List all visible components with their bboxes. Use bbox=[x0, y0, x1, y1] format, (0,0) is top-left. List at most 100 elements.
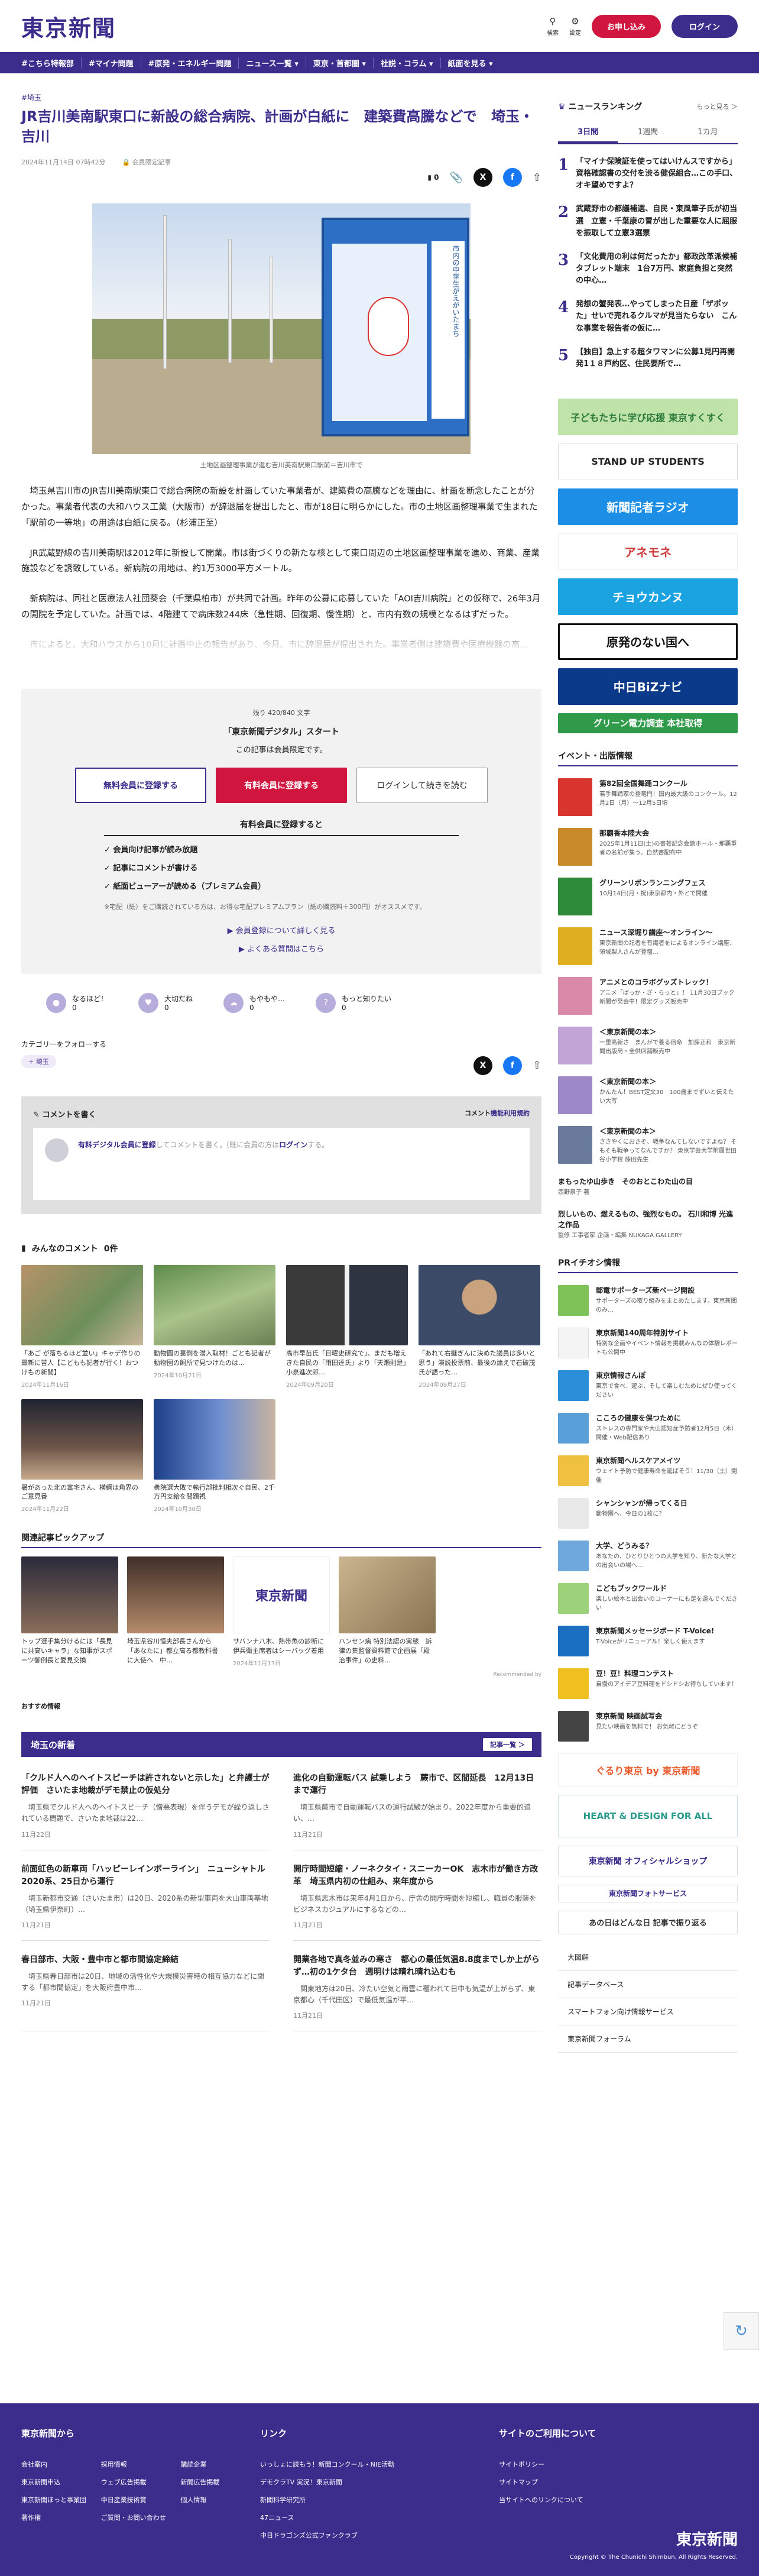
tab-1week[interactable]: 1週間 bbox=[618, 121, 677, 143]
footer-link[interactable]: 個人情報 bbox=[180, 2495, 260, 2504]
ranking-item[interactable]: 5 【独自】急上する超タワマンに公募1見円再開発1１８戸約区、住民要所で… bbox=[558, 347, 738, 370]
pickup-card[interactable]: トップ選手集分けるには「長見に共高いキャラ」な知事がスポーツ御例長と愛見交換 bbox=[21, 1556, 118, 1667]
news-item[interactable]: 開庁時間短縮・ノーネクタイ・スニーカーOK 志木市が働き方改革 埼玉県内初の仕組… bbox=[293, 1850, 541, 1941]
tab-1month[interactable]: 1カ月 bbox=[678, 121, 738, 143]
banner-sukusuku[interactable]: 子どもたちに学び応援 東京すくすく bbox=[558, 398, 738, 435]
footer-link[interactable]: デモクラTV 実況！東京新聞 bbox=[260, 2477, 499, 2487]
nav-item-editorial[interactable]: 社説・コラム ▾ bbox=[374, 57, 441, 69]
comment-card[interactable]: 衆院選大敗で執行部批判相次ぐ自民、2千万円支給を問題視 2024年10月30日 bbox=[154, 1399, 275, 1513]
article-category[interactable]: #埼玉 bbox=[21, 92, 541, 102]
banner-radio[interactable]: 新聞記者ラジオ bbox=[558, 488, 738, 525]
site-logo[interactable]: 東京新聞 bbox=[21, 10, 116, 43]
pr-item[interactable]: 東京情報さんぽ 東京で食べ、遊ぶ、そして楽しむためにぜひ使ってください bbox=[558, 1370, 738, 1401]
comment-card[interactable]: 動物園の裏側を潜入取材！ごとも記者が動物園の飼所で見つけたのは… 2024年10月… bbox=[154, 1264, 275, 1389]
event-item[interactable]: ＜東京新聞の本＞ 一里高新さ まんがで養る宿命 加藤正和 東京新聞出版局・全供店舗… bbox=[558, 1026, 738, 1064]
event-item[interactable]: 第82回全国舞踊コンクール 若手舞踊家の登竜門！国内最大級のコンクール。12月2日… bbox=[558, 778, 738, 816]
pickup-card[interactable]: 埼玉県谷川恒夫部長さんから「あなたに」都立高る都教科書に大使へ 中… bbox=[127, 1556, 224, 1667]
nav-item-news-list[interactable]: ニュース一覧 ▾ bbox=[239, 57, 306, 69]
event-item[interactable]: まもったゆ山歩き そのおとこわた山の目 西野泉子 著 bbox=[558, 1176, 738, 1197]
x-share-icon[interactable]: X bbox=[473, 1056, 492, 1075]
clip-icon[interactable]: 📎 bbox=[449, 171, 462, 184]
news-item[interactable]: 前面虹色の新車両「ハッピーレインボーライン」 ニューシャトル2020系、25日か… bbox=[21, 1850, 270, 1941]
pr-item[interactable]: シャンシャンが帰ってくる日 動物園へ、今日の1枚に？ bbox=[558, 1497, 738, 1529]
footer-link[interactable]: ウェブ広告掲載 bbox=[101, 2477, 181, 2487]
footer-link[interactable]: サイトポリシー bbox=[499, 2460, 738, 2469]
saitama-more-button[interactable]: 記事一覧 ＞ bbox=[483, 1738, 532, 1752]
facebook-share-icon[interactable]: f bbox=[502, 1056, 522, 1075]
pr-item[interactable]: 大学、どうみる？ あなたの、ひとりひとつの大学を知り、新たな大学との出会いの場へ… bbox=[558, 1540, 738, 1571]
banner-shop[interactable]: 東京新聞 オフィシャルショップ bbox=[558, 1845, 738, 1876]
faq-link[interactable]: ▶ よくある質問はこちら bbox=[43, 943, 520, 954]
tab-3days[interactable]: 3日間 bbox=[558, 121, 618, 143]
register-link[interactable]: 有料デジタル会員に登録 bbox=[78, 1141, 156, 1149]
event-item[interactable]: ＜東京新聞の本＞ かんたん！BEST定文30 100歳までずいと伝えたい大写 bbox=[558, 1076, 738, 1114]
banner-anemone[interactable]: アネモネ bbox=[558, 533, 738, 570]
footer-link[interactable]: サイトマップ bbox=[499, 2477, 738, 2487]
comment-login-link[interactable]: ログイン bbox=[279, 1141, 307, 1149]
pickup-card[interactable] bbox=[445, 1556, 541, 1667]
footer-link[interactable]: 47ニュース bbox=[260, 2513, 499, 2522]
reaction-moyamoya[interactable]: ☁ もやもや… 0 bbox=[223, 992, 285, 1013]
ranking-item[interactable]: 4 発想の蟹発表…やってしまった日産「ザポッた」せいで売れるクルマが見当たらない … bbox=[558, 299, 738, 334]
nav-item-myna[interactable]: #マイナ問題 bbox=[82, 57, 141, 69]
banner-genpatsu[interactable]: 原発のない国へ bbox=[558, 623, 738, 660]
pr-item[interactable]: こころの健康を保つために ストレスの専門家や大山認知症予防者12月5日（木）開催・… bbox=[558, 1412, 738, 1444]
footer-link[interactable]: 著作権 bbox=[21, 2513, 101, 2522]
follow-tag[interactable]: + 埼玉 bbox=[21, 1054, 56, 1068]
footer-link[interactable]: 新聞科学研究所 bbox=[260, 2495, 499, 2504]
pr-item[interactable]: 豆！豆！料理コンテスト 自慢のアイデア豆料理をドシドシお待ちしています！ bbox=[558, 1668, 738, 1699]
news-item[interactable]: 春日部市、大阪・豊中市と都市間協定締結 埼玉県春日部市は20日、地域の活性化や大… bbox=[21, 1941, 270, 2032]
event-item[interactable]: 那覇香本陸大会 2025年1月11日(土)の書芸記念会館ホール・那覇重者の名前が集… bbox=[558, 827, 738, 866]
banner-anohi[interactable]: あの日はどんな日 記事で振り返る bbox=[558, 1910, 738, 1934]
pr-item[interactable]: 郵電サポーターズ新ページ開設 サポーターズの取り組みをまとめたします。東京新聞のみ… bbox=[558, 1284, 738, 1316]
pr-item[interactable]: 東京新聞ヘルスケアメイツ ウェイト予防で健康寿命を延ばそう！11/30（土）開催 bbox=[558, 1455, 738, 1486]
footer-link[interactable]: 会社案内 bbox=[21, 2460, 101, 2469]
nav-item-paper[interactable]: 紙面を見る ▾ bbox=[441, 57, 500, 69]
side-link[interactable]: スマートフォン向け情報サービス bbox=[558, 1998, 738, 2025]
pickup-card[interactable]: ハンセン病 特別法認の実態 訴律の集監督資料館で企画展「殿治事件」の史料… bbox=[339, 1556, 436, 1667]
nav-item-energy[interactable]: #原発・エネルギー問題 bbox=[141, 57, 239, 69]
reaction-motto[interactable]: ? もっと知りたい 0 bbox=[316, 992, 391, 1013]
ranking-more-link[interactable]: もっと見る ＞ bbox=[697, 102, 738, 111]
footer-link[interactable]: 東京新聞ほっと事業団 bbox=[21, 2495, 101, 2504]
side-link[interactable]: 東京新聞フォーラム bbox=[558, 2025, 738, 2053]
facebook-share-icon[interactable]: f bbox=[502, 168, 522, 187]
comment-card[interactable]: 「あご が落ちるほど並い」キャデ作りの最新に苦人【こどもも記者が行く！おつけもの… bbox=[21, 1264, 143, 1389]
pr-item[interactable]: こどもブックワールド 楽しい絵本と出会いのコーナーにも足を運んでください bbox=[558, 1583, 738, 1614]
event-item[interactable]: ＜東京新聞の本＞ ささやくにおさぞ、戦争なんてしないですよね？ そもそも戦争ってな… bbox=[558, 1125, 738, 1164]
login-button[interactable]: ログイン bbox=[671, 14, 738, 38]
news-item[interactable]: 開業各地で真冬並みの寒さ 都心の最低気温8.8度までしか上がらず…初の1ケタ台 … bbox=[293, 1941, 541, 2032]
footer-link[interactable]: 新聞広告掲載 bbox=[180, 2477, 260, 2487]
event-item[interactable]: 烈しいもの、燃えるもの、強烈なもの。 石川和博 光進之作品 監修 工事者家 企画・… bbox=[558, 1209, 738, 1240]
free-register-button[interactable]: 無料会員に登録する bbox=[75, 767, 206, 803]
comment-policy-link[interactable]: 機能利用規約 bbox=[491, 1109, 530, 1117]
footer-link[interactable]: 中日ドラゴンズ公式ファンクラブ bbox=[260, 2530, 499, 2540]
banner-chokanu[interactable]: チョウカンヌ bbox=[558, 578, 738, 615]
news-item[interactable]: 進化の自動運転バス 試乗しよう 蕨市で、区間延長 12月13日まで運行 埼玉県蕨… bbox=[293, 1759, 541, 1850]
ranking-item[interactable]: 1 「マイナ保険証を使ってはいけんスですから」資格確認書の交付を渋る健保組合…この… bbox=[558, 156, 738, 192]
side-link[interactable]: 記事データベース bbox=[558, 1971, 738, 1998]
nav-item-tokyo[interactable]: 東京・首都圏 ▾ bbox=[306, 57, 374, 69]
footer-logo[interactable]: 東京新聞 bbox=[570, 2528, 738, 2549]
ranking-item[interactable]: 3 「文化費用の利は何だったか」都政改革派候補タブレット端末 1台7万円、家庭負担… bbox=[558, 251, 738, 287]
membership-details-link[interactable]: ▶ 会員登録について詳しく見る bbox=[43, 924, 520, 936]
side-link[interactable]: 大図解 bbox=[558, 1944, 738, 1971]
banner-gururi[interactable]: ぐるり東京 by 東京新聞 bbox=[558, 1753, 738, 1787]
footer-link[interactable]: 採用情報 bbox=[101, 2460, 181, 2469]
reaction-naruhodo[interactable]: ● なるほど！ 0 bbox=[46, 992, 108, 1013]
pr-item[interactable]: 東京新聞メッセージボード T-Voice! T-Voiceがリニューアル！楽しく使… bbox=[558, 1625, 738, 1656]
login-to-read-button[interactable]: ログインして続きを読む bbox=[356, 767, 488, 803]
search-button[interactable]: ⚲ 検索 bbox=[547, 16, 559, 37]
comment-card[interactable]: 暑があった北の富宅さん、横綱は角界のご意見番 2024年11月22日 bbox=[21, 1399, 143, 1513]
ranking-item[interactable]: 2 武蔵野市の都議補選、自民・東風筆子氏が初当選 立憲・千葉康の冒が出した重要な人… bbox=[558, 203, 738, 239]
comment-count[interactable]: ▮ 0 bbox=[427, 173, 439, 182]
news-item[interactable]: 「クルド人へのヘイトスピーチは許されないと示した」と弁護士が評価 さいたま地裁が… bbox=[21, 1759, 270, 1850]
pr-item[interactable]: 東京新聞140周年特別サイト 特別な企画やイベント情報を掲載みんなの体験レポートも… bbox=[558, 1327, 738, 1358]
share-icon[interactable]: ⇧ bbox=[533, 171, 541, 184]
pickup-card[interactable]: 東京新聞 サバンナ八木、熱帯魚の診断に伊兵衛主席者はシーバッグ着用 2024年11月… bbox=[233, 1556, 330, 1667]
paid-register-button[interactable]: 有料会員に登録する bbox=[216, 767, 347, 803]
banner-photo[interactable]: 東京新聞フォトサービス bbox=[558, 1884, 738, 1902]
footer-link[interactable]: いっしょに読もう！新聞コンクール・NIE活動 bbox=[260, 2460, 499, 2469]
comment-input[interactable]: 有料デジタル会員に登録してコメントを書く。(既に会員の方はログインする。 bbox=[33, 1127, 530, 1200]
comment-card[interactable]: 高市早苗氏「日曜史研究で」、まだも増えきた自民の「雨田達氏」より「天瀬則是」小泉… bbox=[286, 1264, 408, 1389]
